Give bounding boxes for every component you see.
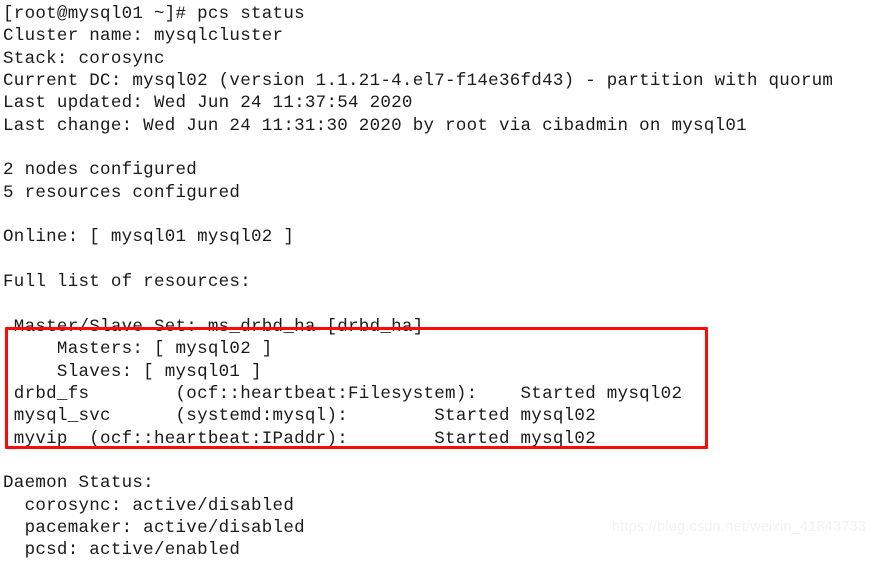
terminal-line-blank-2 bbox=[3, 204, 872, 226]
terminal-line-nodes-configured: 2 nodes configured bbox=[3, 160, 198, 181]
terminal-line-daemon-pcsd: pcsd: active/enabled bbox=[3, 540, 241, 561]
terminal-line-prompt-command: [root@mysql01 ~]# pcs status bbox=[3, 4, 305, 24]
terminal-line-last-updated: Last updated: Wed Jun 24 11:37:54 2020 bbox=[3, 93, 413, 114]
terminal-line-blank-3 bbox=[3, 249, 872, 271]
terminal-line-blank-5 bbox=[3, 450, 872, 472]
terminal-line-blank-4 bbox=[3, 293, 872, 315]
terminal-line-slaves: Slaves: [ mysql01 ] bbox=[3, 361, 262, 382]
terminal-window[interactable]: [root@mysql01 ~]# pcs status Cluster nam… bbox=[0, 0, 872, 560]
terminal-line-daemon-header: Daemon Status: bbox=[3, 473, 154, 494]
terminal-line-resources-configured: 5 resources configured bbox=[3, 182, 241, 203]
terminal-line-current-dc: Current DC: mysql02 (version 1.1.21-4.el… bbox=[3, 71, 834, 92]
terminal-output: [root@mysql01 ~]# pcs status Cluster nam… bbox=[3, 3, 872, 562]
terminal-line-resource-myvip: myvip (ocf::heartbeat:IPaddr): Started m… bbox=[3, 428, 596, 449]
terminal-line-ms-set: Master/Slave Set: ms_drbd_ha [drbd_ha] bbox=[3, 316, 424, 337]
terminal-line-cluster-name: Cluster name: mysqlcluster bbox=[3, 26, 284, 47]
terminal-line-resources-header: Full list of resources: bbox=[3, 272, 251, 293]
terminal-line-resource-mysql-svc: mysql_svc (systemd:mysql): Started mysql… bbox=[3, 406, 596, 427]
terminal-line-stack: Stack: corosync bbox=[3, 48, 165, 69]
csdn-watermark: https://blog.csdn.net/weixin_41843733 bbox=[611, 518, 866, 535]
terminal-line-resource-drbd-fs: drbd_fs (ocf::heartbeat:Filesystem): Sta… bbox=[3, 383, 683, 404]
terminal-line-online-nodes: Online: [ mysql01 mysql02 ] bbox=[3, 227, 295, 248]
terminal-line-blank-1 bbox=[3, 137, 872, 159]
terminal-line-masters: Masters: [ mysql02 ] bbox=[3, 339, 273, 360]
terminal-line-daemon-corosync: corosync: active/disabled bbox=[3, 495, 295, 516]
terminal-line-last-change: Last change: Wed Jun 24 11:31:30 2020 by… bbox=[3, 115, 747, 136]
